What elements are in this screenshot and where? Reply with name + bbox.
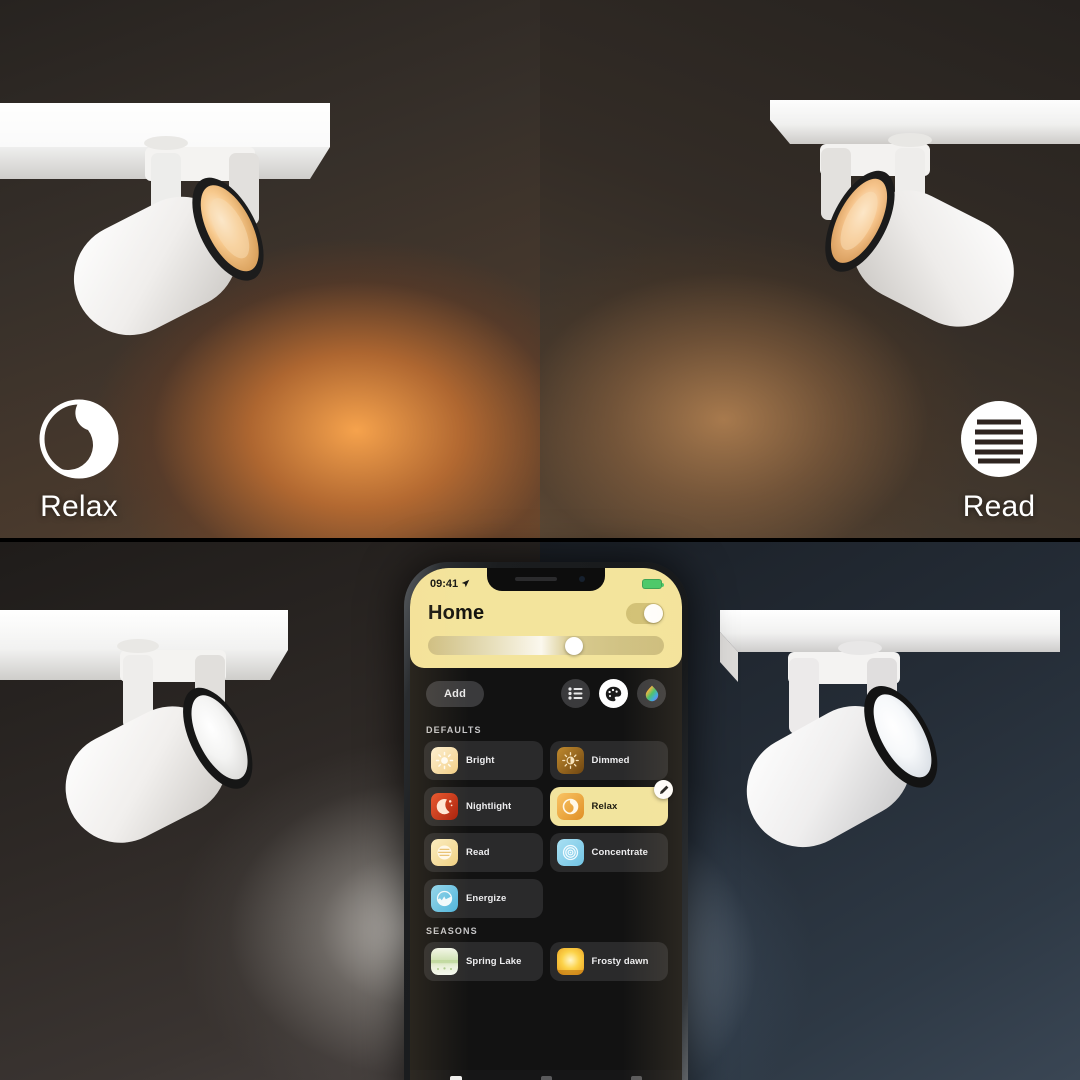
frosty-dawn-photo <box>556 948 584 975</box>
tab-settings-icon[interactable] <box>631 1076 643 1080</box>
section-header-seasons: SEASONS <box>426 926 478 936</box>
tab-home-icon[interactable] <box>449 1076 462 1080</box>
scene-card-relax[interactable]: Relax <box>549 780 673 826</box>
brightness-slider-knob[interactable] <box>565 636 584 655</box>
power-toggle[interactable] <box>626 603 664 624</box>
track-spotlight-read <box>750 88 1080 378</box>
read-lines-icon <box>431 839 458 866</box>
scene-name: Dimmed <box>591 755 630 766</box>
track-spotlight-energize <box>660 600 1060 900</box>
scene-name: Concentrate <box>591 847 649 858</box>
scene-card-bright[interactable]: Bright <box>424 741 543 780</box>
color-wheel-icon <box>645 685 658 702</box>
scene-name: Frosty dawn <box>591 956 649 967</box>
location-arrow-icon <box>461 579 470 588</box>
scene-card-energize[interactable]: Energize <box>424 879 543 918</box>
scene-comparison-collage: Relax Read 09:41 Home Add DEFAULTS Brigh… <box>0 0 1080 1080</box>
rings-icon <box>556 839 584 866</box>
relax-circle-icon <box>556 793 584 820</box>
home-header-card: 09:41 Home <box>410 568 682 668</box>
edit-scene-button[interactable] <box>654 780 673 799</box>
scene-name: Spring Lake <box>466 956 522 967</box>
color-view-button[interactable] <box>637 679 666 708</box>
brightness-slider[interactable] <box>428 636 664 655</box>
track-spotlight-relax <box>0 95 350 385</box>
scene-toolbar: Add <box>410 668 682 717</box>
scene-card-frosty-dawn[interactable]: Frosty dawn <box>549 942 668 981</box>
read-lines-circle-icon <box>958 398 1040 480</box>
phone-mockup: 09:41 Home Add DEFAULTS Bright Dimmed Ni… <box>404 562 688 1080</box>
scene-badge-label: Relax <box>40 490 118 523</box>
scene-badge-relax[interactable]: Relax <box>38 398 120 524</box>
energize-icon <box>431 885 458 912</box>
defaults-scene-grid: Bright Dimmed Nightlight Relax Read Conc… <box>424 741 673 918</box>
bottom-tab-bar[interactable] <box>410 1070 682 1080</box>
quadrant-read: Read <box>540 0 1080 538</box>
scenes-view-button[interactable] <box>599 679 628 708</box>
dim-sun-icon <box>556 747 584 774</box>
page-title: Home <box>428 602 485 624</box>
quadrant-relax: Relax <box>0 0 540 538</box>
scene-name: Relax <box>591 801 618 812</box>
tab-scenes-icon[interactable] <box>540 1076 552 1080</box>
phone-screen: 09:41 Home Add DEFAULTS Bright Dimmed Ni… <box>410 568 682 1080</box>
status-left: 09:41 <box>430 578 470 590</box>
add-button[interactable]: Add <box>426 680 484 707</box>
palette-icon <box>605 686 622 701</box>
scene-badge-label: Read <box>962 490 1036 523</box>
list-view-button[interactable] <box>561 679 590 708</box>
battery-full-icon <box>642 578 664 589</box>
scene-card-spring-lake[interactable]: Spring Lake <box>424 942 543 981</box>
front-camera <box>579 576 585 582</box>
scene-card-nightlight[interactable]: Nightlight <box>424 787 543 826</box>
home-title-row: Home <box>424 602 668 625</box>
scene-name: Energize <box>466 893 507 904</box>
scene-badge-read[interactable]: Read <box>958 398 1040 524</box>
scene-card-dimmed[interactable]: Dimmed <box>549 741 668 780</box>
phone-bezel: 09:41 Home Add DEFAULTS Bright Dimmed Ni… <box>410 568 682 1080</box>
scene-card-read[interactable]: Read <box>424 833 543 872</box>
speaker-grille <box>515 577 557 581</box>
view-switcher <box>561 679 666 708</box>
section-header-defaults: DEFAULTS <box>426 725 482 735</box>
scene-name: Bright <box>466 755 495 766</box>
spring-lake-photo <box>431 948 458 975</box>
scene-name: Read <box>466 847 490 858</box>
scene-card-concentrate[interactable]: Concentrate <box>549 833 668 872</box>
phone-notch <box>487 568 605 591</box>
toggle-knob <box>644 604 663 623</box>
scene-list[interactable]: DEFAULTS Bright Dimmed Nightlight Relax … <box>410 725 682 981</box>
moon-stars-icon <box>431 793 458 820</box>
seasons-scene-grid: Spring Lake Frosty dawn <box>424 942 668 981</box>
relax-circle-icon <box>38 398 120 480</box>
list-icon <box>568 687 583 700</box>
scene-name: Nightlight <box>466 801 512 812</box>
track-spotlight-concentrate <box>0 600 348 900</box>
pencil-icon <box>659 785 668 794</box>
status-time: 09:41 <box>430 577 459 590</box>
sun-icon <box>431 747 458 774</box>
